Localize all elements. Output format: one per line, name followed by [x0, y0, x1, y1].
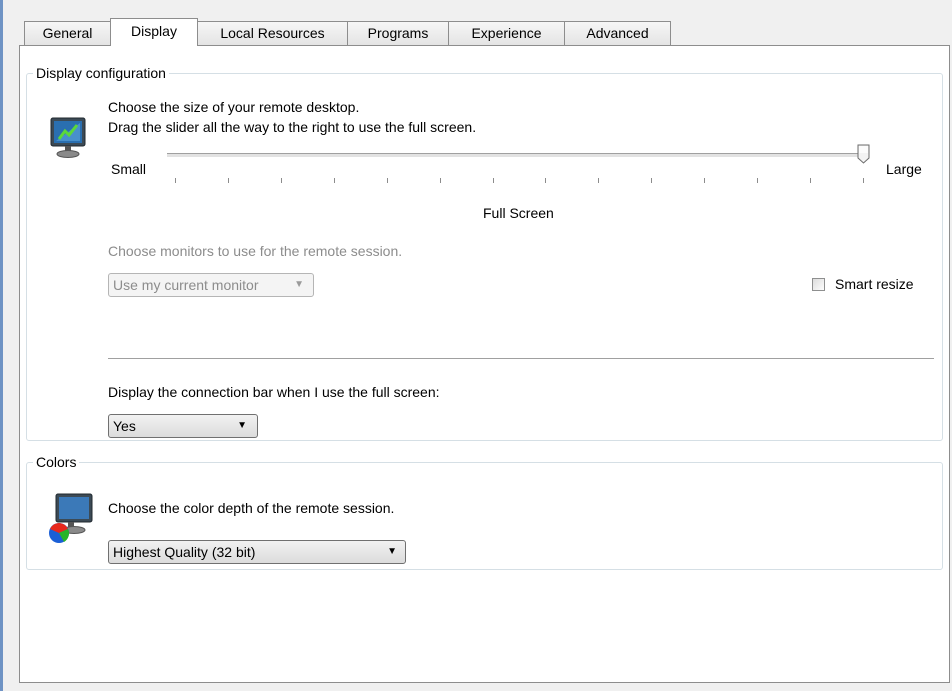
slider-tick — [492, 178, 494, 183]
slider-tick — [810, 178, 812, 183]
display-configuration-group: Display configuration Choose the size of… — [26, 64, 943, 441]
monitor-icon — [50, 117, 86, 158]
size-instruction-line-2: Drag the slider all the way to the right… — [108, 119, 477, 135]
monitors-select-value: Use my current monitor — [113, 277, 259, 293]
slider-tick — [757, 178, 759, 183]
slider-tick — [439, 178, 441, 183]
smart-resize-checkbox[interactable] — [812, 278, 825, 291]
remote-desktop-options-window: General Display Local Resources Programs… — [0, 0, 952, 691]
tab-programs[interactable]: Programs — [347, 21, 449, 45]
tab-label: Display — [131, 23, 177, 39]
slider-tick — [386, 178, 388, 183]
tab-display[interactable]: Display — [110, 18, 198, 46]
size-slider-track[interactable] — [167, 153, 867, 158]
tab-label: Programs — [367, 25, 429, 41]
size-instruction-line-1: Choose the size of your remote desktop. — [108, 99, 360, 115]
slider-tick — [280, 178, 282, 183]
slider-tick — [598, 178, 600, 183]
size-slider-thumb[interactable] — [857, 144, 870, 164]
slider-tick — [863, 178, 864, 183]
connection-bar-label: Display the connection bar when I use th… — [108, 384, 440, 400]
tab-advanced[interactable]: Advanced — [564, 21, 671, 45]
slider-tick — [545, 178, 547, 183]
tab-local-resources[interactable]: Local Resources — [197, 21, 348, 45]
color-monitor-icon — [49, 493, 93, 543]
colors-group: Colors Choose the color depth of the rem… — [26, 453, 943, 570]
slider-tick — [227, 178, 229, 183]
slider-tick — [704, 178, 706, 183]
tab-label: General — [42, 25, 93, 41]
tab-label: Experience — [471, 25, 542, 41]
tab-label: Advanced — [586, 25, 649, 41]
tab-general[interactable]: General — [24, 21, 111, 45]
color-depth-label: Choose the color depth of the remote ses… — [108, 500, 395, 516]
color-depth-select-value: Highest Quality (32 bit) — [113, 544, 256, 560]
slider-tick — [651, 178, 653, 183]
slider-value-text: Full Screen — [483, 205, 554, 221]
separator — [108, 358, 934, 360]
chevron-down-icon: ▼ — [237, 420, 247, 431]
connection-bar-select[interactable]: Yes ▼ — [108, 414, 258, 438]
chevron-down-icon: ▼ — [294, 279, 304, 290]
tab-label: Local Resources — [220, 25, 325, 41]
color-depth-select[interactable]: Highest Quality (32 bit) ▼ — [108, 540, 406, 564]
monitors-select[interactable]: Use my current monitor ▼ — [108, 273, 314, 297]
monitors-label: Choose monitors to use for the remote se… — [108, 243, 403, 259]
slider-tick — [175, 178, 176, 183]
display-tab-panel: Display configuration Choose the size of… — [19, 45, 950, 683]
slider-min-label: Small — [111, 161, 147, 177]
connection-bar-select-value: Yes — [113, 418, 136, 434]
slider-tick — [333, 178, 335, 183]
tab-experience[interactable]: Experience — [448, 21, 565, 45]
chevron-down-icon: ▼ — [387, 546, 397, 557]
group-title: Display configuration — [33, 64, 169, 82]
group-title: Colors — [33, 453, 80, 471]
smart-resize-label[interactable]: Smart resize — [835, 275, 914, 293]
slider-max-label: Large — [886, 161, 922, 177]
